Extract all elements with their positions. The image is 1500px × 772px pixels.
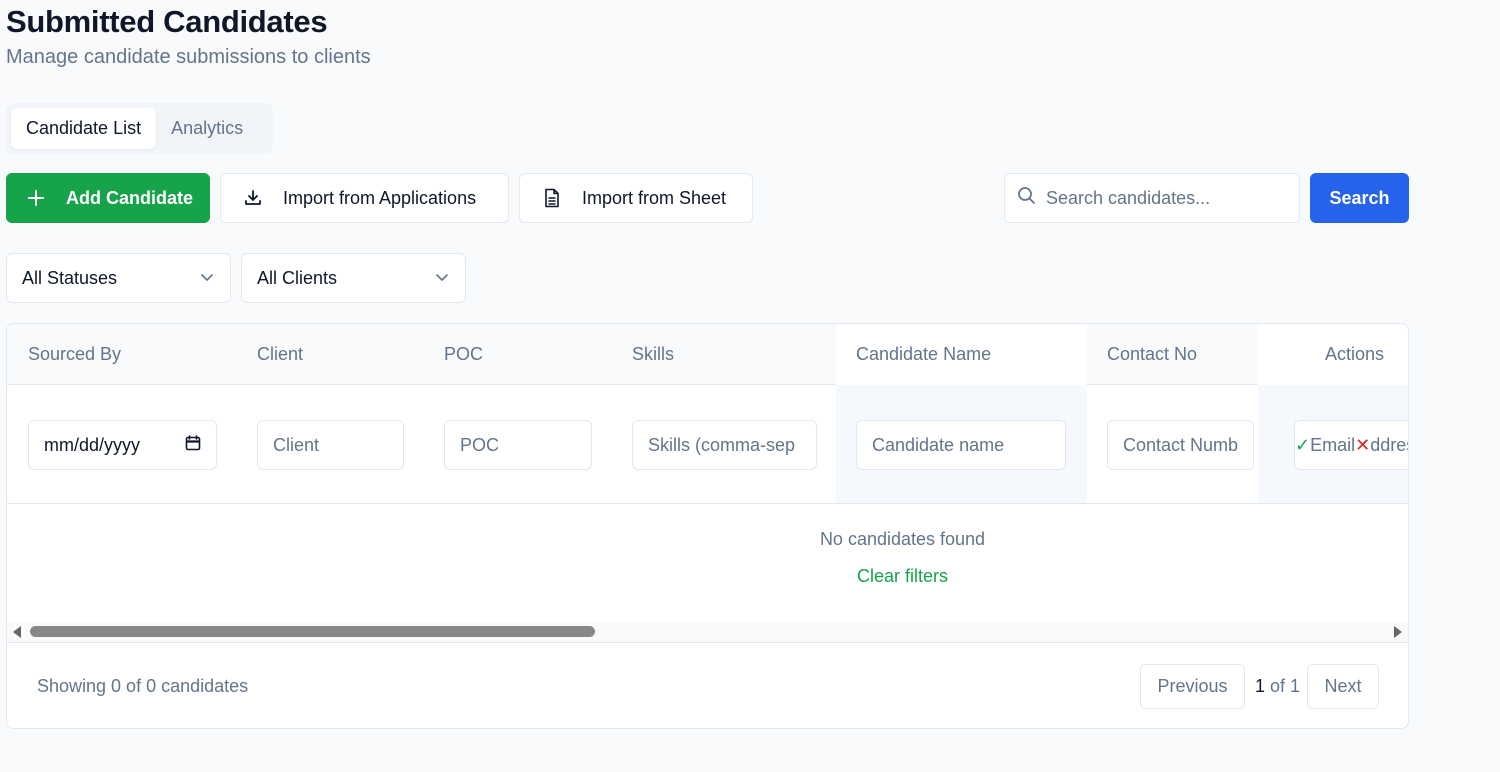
scroll-right-arrow-icon[interactable] (1394, 626, 1402, 638)
next-page-button[interactable]: Next (1307, 664, 1379, 709)
tab-analytics[interactable]: Analytics (156, 108, 258, 149)
current-page: 1 (1255, 676, 1266, 696)
table-filter-row: mm/dd/yyyy Client POC Skills (comma-sep … (7, 385, 1408, 504)
column-header-contact-no: Contact No (1107, 344, 1198, 364)
add-candidate-button[interactable]: Add Candidate (6, 173, 210, 223)
empty-state-message: No candidates found (819, 529, 986, 549)
email-placeholder: Email (1310, 434, 1356, 455)
clear-filters-link[interactable]: Clear filters (7, 566, 1408, 587)
client-filter-input[interactable]: Client (257, 420, 404, 470)
search-icon (1017, 186, 1036, 210)
column-header-candidate-name: Candidate Name (856, 344, 992, 364)
column-header-actions: Actions (1325, 344, 1385, 364)
page-indicator: 1 of 1 (1255, 676, 1300, 697)
tab-bar: Candidate List Analytics (6, 103, 273, 154)
page-title: Submitted Candidates (6, 4, 328, 39)
import-from-applications-button[interactable]: Import from Applications (220, 173, 509, 223)
email-filter-input[interactable]: ✓Email✕ddres (1294, 420, 1408, 470)
candidates-table: Sourced By Client POC Skills Candidate N… (6, 323, 1409, 729)
search-input[interactable] (1046, 187, 1286, 209)
search-button[interactable]: Search (1310, 173, 1409, 223)
poc-filter-input[interactable]: POC (444, 420, 592, 470)
chevron-down-icon (435, 268, 449, 289)
horizontal-scrollbar[interactable] (7, 622, 1408, 642)
column-header-skills: Skills (632, 344, 675, 364)
table-footer: Showing 0 of 0 candidates Previous 1 of … (7, 642, 1408, 728)
email-placeholder-tail: ddres (1370, 434, 1408, 455)
client-filter-select[interactable]: All Clients (241, 253, 466, 303)
search-box (1004, 173, 1300, 223)
import-from-sheet-button[interactable]: Import from Sheet (519, 173, 753, 223)
add-candidate-label: Add Candidate (66, 187, 194, 208)
column-header-sourced-by: Sourced By (28, 344, 122, 364)
column-header-client: Client (257, 344, 304, 364)
status-filter-value: All Statuses (22, 267, 118, 288)
check-icon[interactable]: ✓ (1295, 435, 1310, 456)
date-value: mm/dd/yyyy (44, 434, 141, 455)
plus-icon (26, 188, 46, 208)
import-from-applications-label: Import from Applications (283, 187, 477, 208)
scroll-left-arrow-icon[interactable] (13, 626, 21, 638)
page-total: of 1 (1265, 676, 1301, 696)
sourced-date-input[interactable]: mm/dd/yyyy (28, 420, 217, 470)
skills-filter-input[interactable]: Skills (comma-sep (632, 420, 817, 470)
import-from-sheet-label: Import from Sheet (582, 187, 727, 208)
download-icon (243, 188, 263, 208)
column-header-poc: POC (444, 344, 484, 364)
chevron-down-icon (200, 268, 214, 289)
file-sheet-icon (542, 188, 562, 208)
showing-count: Showing 0 of 0 candidates (37, 676, 249, 696)
candidate-name-filter-input[interactable]: Candidate name (856, 420, 1066, 470)
status-filter-select[interactable]: All Statuses (6, 253, 231, 303)
contact-filter-input[interactable]: Contact Numb (1107, 420, 1254, 470)
x-icon[interactable]: ✕ (1355, 435, 1370, 456)
table-header: Sourced By Client POC Skills Candidate N… (7, 324, 1408, 385)
scrollbar-thumb[interactable] (30, 626, 595, 637)
tab-candidate-list[interactable]: Candidate List (11, 108, 157, 149)
previous-page-button[interactable]: Previous (1140, 664, 1245, 709)
page-subtitle: Manage candidate submissions to clients (6, 46, 371, 68)
client-filter-value: All Clients (257, 267, 338, 288)
calendar-icon[interactable] (185, 434, 201, 456)
